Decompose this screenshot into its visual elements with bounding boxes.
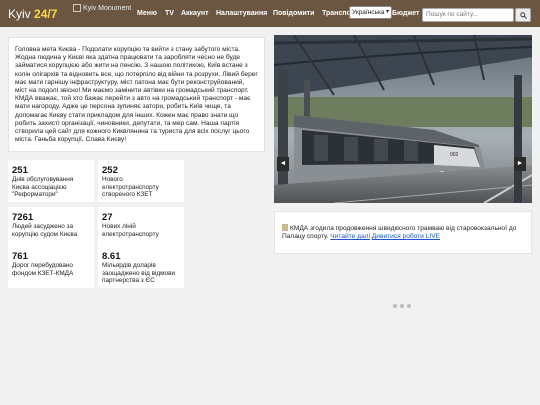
broken-image-icon — [73, 4, 81, 13]
language-select[interactable]: Українська ▾ — [349, 6, 392, 19]
loading-dot — [393, 304, 397, 308]
stat-card: 27 Нових ліній електротранспорту — [98, 207, 184, 249]
nav-budget[interactable]: Бюджет — [392, 7, 419, 21]
stat-label: Нових ліній електротранспорту — [102, 223, 159, 238]
kmda-flag-icon — [282, 224, 288, 231]
language-selected: Українська — [352, 9, 385, 16]
stat-card: 761 Дорог перебудовано фондом КЗЕТ-КМДА — [8, 246, 94, 288]
tram-number: 002 — [450, 152, 459, 158]
logo-accent: 24/7 — [34, 7, 58, 21]
stat-value: 252 — [102, 165, 118, 176]
watch-live-link[interactable]: Дивитися роботи LIVE — [372, 233, 440, 240]
nav-report[interactable]: Повідомити — [273, 7, 314, 21]
mission-text: Головна мета Києва - Подолати корупцію т… — [15, 46, 258, 144]
loading-indicator — [393, 295, 414, 308]
search-button[interactable] — [515, 8, 531, 22]
stat-label: Нового електротранспорту створеного КЗЕТ — [102, 176, 159, 199]
stat-card: 252 Нового електротранспорту створеного … — [98, 160, 184, 202]
stat-card: 251 Днів обслуговування Києва ассоціаціє… — [8, 160, 94, 202]
logo-text: Kyiv — [8, 7, 35, 21]
loading-dot — [400, 304, 404, 308]
site-logo[interactable]: Kyiv 24/7 — [8, 5, 57, 23]
stat-value: 251 — [12, 165, 28, 176]
search-icon — [520, 12, 527, 19]
loading-dot — [407, 304, 411, 308]
slider-prev-button[interactable]: ◄ — [277, 157, 289, 171]
stat-value: 27 — [102, 212, 113, 223]
brand-image-alt: Kyiv Monument — [83, 5, 132, 12]
nav-menu[interactable]: Меню — [137, 7, 157, 21]
chevron-down-icon: ▾ — [385, 9, 389, 15]
stat-value: 8.61 — [102, 251, 121, 262]
stat-value: 761 — [12, 251, 28, 262]
mission-statement: Головна мета Києва - Подолати корупцію т… — [8, 37, 265, 152]
stat-label: Днів обслуговування Києва ассоціацією "Р… — [12, 176, 74, 199]
news-item: КМДА згодила продовження швидкісного тра… — [274, 211, 532, 254]
nav-transport[interactable]: Транспорт — [322, 7, 349, 21]
stat-label: Мільярдів доларів заощаджено від відмови… — [102, 262, 176, 285]
stat-value: 7261 — [12, 212, 34, 223]
search-input[interactable]: Пошук по сайту... — [422, 8, 514, 22]
tram-photo: 002 — [274, 35, 532, 203]
read-more-link[interactable]: Читайте далі — [330, 233, 370, 240]
stat-label: Дорог перебудовано фондом КЗЕТ-КМДА — [12, 262, 74, 277]
stat-label: Людей засуджено за корупцію судом Києва — [12, 223, 78, 238]
nav-settings[interactable]: Налаштування — [216, 7, 267, 21]
stat-card: 7261 Людей засуджено за корупцію судом К… — [8, 207, 94, 249]
nav-tv[interactable]: TV — [165, 7, 174, 21]
top-navigation-bar: Kyiv 24/7 Kyiv Monument Меню TV Аккаунт … — [0, 0, 540, 27]
brand-image: Kyiv Monument — [73, 4, 133, 16]
image-slider[interactable]: 002 ◄ ► — [274, 35, 532, 203]
slider-next-button[interactable]: ► — [514, 157, 526, 171]
nav-account[interactable]: Аккаунт — [181, 7, 209, 21]
stat-card: 8.61 Мільярдів доларів заощаджено від ві… — [98, 246, 184, 288]
